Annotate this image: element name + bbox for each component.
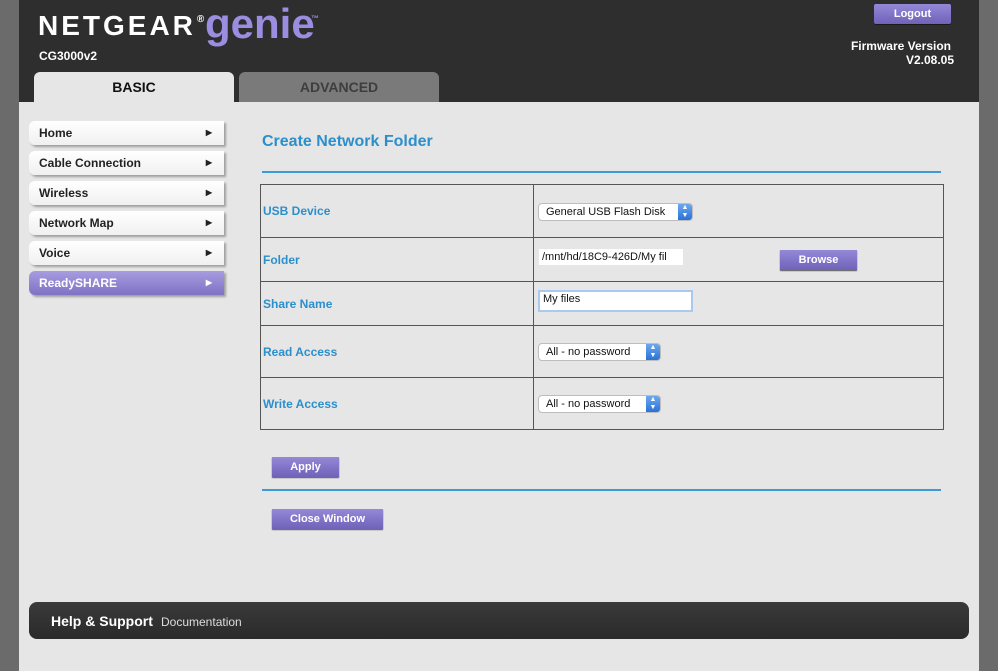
share-name-input[interactable]: My files [538, 290, 693, 312]
arrow-right-icon: ▶ [205, 218, 212, 227]
help-support-bar: Help & Support Documentation [29, 602, 969, 639]
documentation-link[interactable]: Documentation [161, 615, 242, 629]
arrow-right-icon: ▶ [205, 188, 212, 197]
form-row-share-name: Share Name My files [260, 281, 944, 326]
firmware-label: Firmware Version [850, 39, 951, 53]
help-support-title: Help & Support [51, 613, 153, 629]
read-access-label: Read Access [260, 325, 534, 378]
sidebar-item-network-map[interactable]: Network Map ▶ [29, 211, 224, 235]
tab-advanced[interactable]: ADVANCED [239, 72, 439, 102]
sidebar-item-label: Wireless [39, 186, 89, 200]
select-arrows-icon: ▲ ▼ [678, 203, 692, 220]
write-access-cell: All - no password ▲ ▼ [533, 377, 944, 430]
usb-device-select[interactable]: General USB Flash Disk ▲ ▼ [538, 202, 693, 221]
create-folder-form: USB Device General USB Flash Disk ▲ ▼ Fol… [260, 184, 944, 430]
brand-text: NETGEAR [38, 10, 196, 41]
sidebar-item-label: Network Map [39, 216, 114, 230]
sidebar-item-cable-connection[interactable]: Cable Connection ▶ [29, 151, 224, 175]
close-window-button[interactable]: Close Window [272, 509, 383, 529]
firmware-version: V2.08.05 [905, 53, 954, 67]
apply-button[interactable]: Apply [272, 457, 339, 477]
form-row-write-access: Write Access All - no password ▲ ▼ [260, 377, 944, 430]
write-access-select[interactable]: All - no password ▲ ▼ [538, 395, 661, 413]
read-access-cell: All - no password ▲ ▼ [533, 325, 944, 378]
folder-path-field[interactable]: /mnt/hd/18C9-426D/My fil [538, 248, 684, 266]
write-access-label: Write Access [260, 377, 534, 430]
share-name-label: Share Name [260, 281, 534, 326]
registered-mark: ® [196, 14, 205, 25]
folder-cell: /mnt/hd/18C9-426D/My fil Browse [533, 237, 944, 282]
sidebar-item-label: Home [39, 126, 73, 140]
usb-device-label: USB Device [260, 184, 534, 238]
arrow-right-icon: ▶ [205, 248, 212, 257]
genie-logo: genie [205, 0, 315, 47]
sidebar-item-home[interactable]: Home ▶ [29, 121, 224, 145]
sidebar-item-readyshare[interactable]: ReadySHARE ▶ [29, 271, 224, 295]
share-name-cell: My files [533, 281, 944, 326]
form-row-read-access: Read Access All - no password ▲ ▼ [260, 325, 944, 378]
select-arrows-icon: ▲ ▼ [646, 344, 660, 360]
sidebar-item-label: ReadySHARE [39, 276, 118, 290]
select-value: All - no password [546, 398, 631, 410]
sidebar-item-wireless[interactable]: Wireless ▶ [29, 181, 224, 205]
read-access-select[interactable]: All - no password ▲ ▼ [538, 343, 661, 361]
router-admin-frame: NETGEAR® genie ™ CG3000v2 Logout Firmwar… [19, 0, 979, 671]
model-name: CG3000v2 [39, 49, 98, 63]
arrow-right-icon: ▶ [205, 158, 212, 167]
arrow-right-icon: ▶ [205, 128, 212, 137]
sidebar-item-label: Cable Connection [39, 156, 142, 170]
divider [262, 489, 941, 491]
sidebar-item-label: Voice [39, 246, 71, 260]
divider [262, 171, 941, 173]
sidebar-item-voice[interactable]: Voice ▶ [29, 241, 224, 265]
arrow-right-icon: ▶ [205, 278, 212, 287]
browse-button[interactable]: Browse [780, 250, 857, 270]
select-arrows-icon: ▲ ▼ [646, 396, 660, 412]
form-row-folder: Folder /mnt/hd/18C9-426D/My fil Browse [260, 237, 944, 282]
tab-basic[interactable]: BASIC [34, 72, 234, 102]
form-row-usb-device: USB Device General USB Flash Disk ▲ ▼ [260, 184, 944, 238]
logout-button[interactable]: Logout [874, 4, 951, 24]
select-value: All - no password [546, 346, 631, 358]
netgear-logo: NETGEAR® [38, 10, 204, 42]
page-title: Create Network Folder [262, 133, 433, 150]
header: NETGEAR® genie ™ CG3000v2 Logout Firmwar… [19, 0, 979, 102]
select-value: General USB Flash Disk [546, 205, 666, 218]
usb-device-cell: General USB Flash Disk ▲ ▼ [533, 184, 944, 238]
trademark-mark: ™ [311, 14, 319, 23]
folder-label: Folder [260, 237, 534, 282]
